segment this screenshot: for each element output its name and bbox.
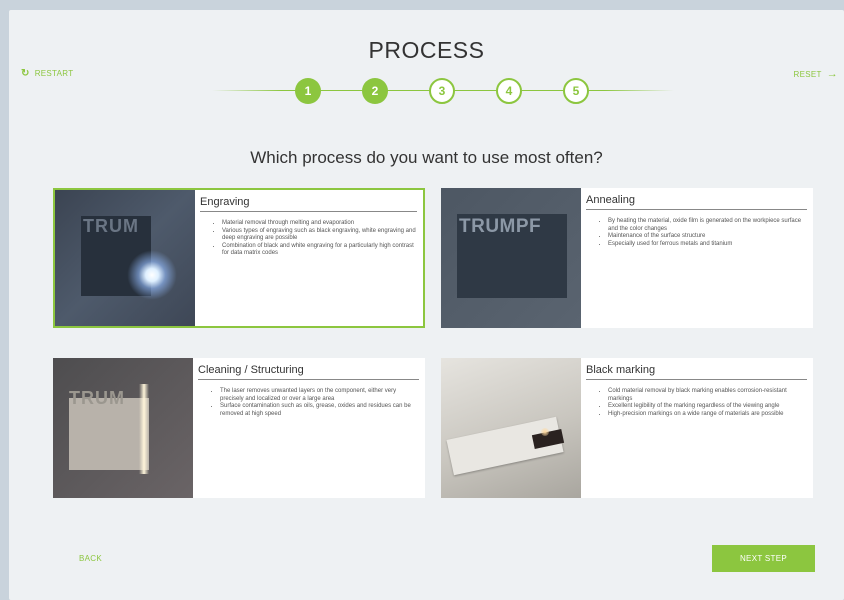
card-title: Annealing [586,194,807,210]
cleaning-image: TRUM [53,358,193,498]
option-card-cleaning[interactable]: TRUM Cleaning / Structuring The laser re… [53,358,425,498]
card-title: Engraving [200,196,417,212]
step-4: 4 [496,78,522,104]
question-heading: Which process do you want to use most of… [250,148,603,167]
step-2[interactable]: 2 [362,78,388,104]
page-title: PROCESS [368,37,485,63]
app-screen: ↻ RESTART RESET → PROCESS 1 2 3 4 5 Whic… [9,10,844,600]
bullet: Combination of black and white engraving… [222,243,417,258]
card-title: Black marking [586,364,807,380]
bullet: High-precision markings on a wide range … [608,411,807,419]
reset-button[interactable]: RESET → [794,68,838,80]
bullet: Various types of engraving such as black… [222,228,417,243]
restart-icon: ↻ [21,68,30,79]
arrow-right-icon: → [826,68,838,80]
engraving-image: TRUM [55,190,195,326]
bullet: The laser removes unwanted layers on the… [220,388,419,403]
bullet: Maintenance of the surface structure [608,233,807,241]
restart-button[interactable]: ↻ RESTART [21,68,73,79]
card-title: Cleaning / Structuring [198,364,419,380]
option-card-black-marking[interactable]: Black marking Cold material removal by b… [441,358,813,498]
bullet: Especially used for ferrous metals and t… [608,241,807,249]
option-card-engraving[interactable]: TRUM Engraving Material removal through … [53,188,425,328]
bullet: Excellent legibility of the marking rega… [608,403,807,411]
card-bullets: Cold material removal by black marking e… [586,388,807,418]
back-button[interactable]: BACK [79,554,102,563]
card-bullets: Material removal through melting and eva… [200,220,417,258]
card-bullets: The laser removes unwanted layers on the… [198,388,419,418]
bullet: Material removal through melting and eva… [222,220,417,228]
annealing-image-logo: TRUMPF [459,216,542,237]
card-bullets: By heating the material, oxide film is g… [586,218,807,248]
step-1[interactable]: 1 [295,78,321,104]
option-card-annealing[interactable]: TRUMPF Annealing By heating the material… [441,188,813,328]
black-marking-image [441,358,581,498]
bullet: Cold material removal by black marking e… [608,388,807,403]
annealing-image: TRUMPF [441,188,581,328]
bullet: Surface contamination such as oils, grea… [220,403,419,418]
step-3: 3 [429,78,455,104]
reset-label: RESET [793,69,822,79]
engraving-image-logo: TRUM [83,216,139,236]
bullet: By heating the material, oxide film is g… [608,218,807,233]
restart-label: RESTART [34,69,74,78]
next-step-button[interactable]: NEXT STEP [712,545,815,572]
progress-stepper: 1 2 3 4 5 [212,78,674,104]
step-5: 5 [563,78,589,104]
cleaning-image-logo: TRUM [69,388,125,408]
